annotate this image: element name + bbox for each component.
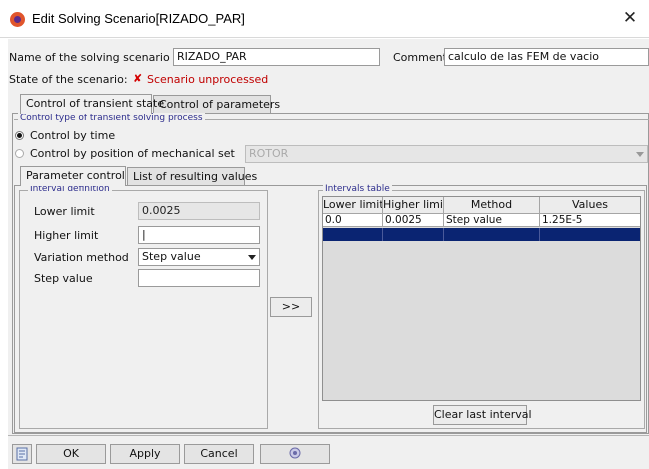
title-bar: Edit Solving Scenario[RIZADO_PAR] ✕ bbox=[0, 0, 649, 38]
unprocessed-status-icon: ✘ bbox=[133, 72, 143, 85]
control-by-time-radio[interactable] bbox=[15, 131, 24, 140]
higher-limit-input[interactable]: | bbox=[138, 226, 260, 244]
cell-empty bbox=[383, 228, 444, 241]
column-header-lower-limit[interactable]: Lower limit bbox=[323, 197, 383, 214]
column-header-method[interactable]: Method bbox=[444, 197, 540, 214]
mechanical-set-value: ROTOR bbox=[249, 147, 289, 160]
help-icon[interactable] bbox=[260, 444, 330, 464]
control-type-group-title: Control type of transient solving proces… bbox=[18, 113, 205, 123]
tab-parameter-control[interactable]: Parameter control bbox=[20, 166, 126, 186]
intervals-table[interactable]: Lower limit Higher limit Method Values 0… bbox=[322, 196, 641, 401]
chevron-down-icon bbox=[636, 152, 644, 157]
ok-button[interactable]: OK bbox=[36, 444, 106, 464]
scenario-name-label: Name of the solving scenario * bbox=[9, 51, 179, 64]
cell-method: Step value bbox=[444, 214, 540, 227]
dialog-content: Name of the solving scenario * RIZADO_PA… bbox=[8, 39, 649, 469]
document-icon[interactable] bbox=[12, 444, 32, 464]
scenario-name-input[interactable]: RIZADO_PAR bbox=[173, 48, 380, 66]
table-row-new-selected[interactable] bbox=[323, 228, 640, 241]
app-logo-icon bbox=[10, 12, 25, 27]
lower-limit-field: 0.0025 bbox=[138, 202, 260, 220]
table-header: Lower limit Higher limit Method Values bbox=[323, 197, 640, 214]
column-header-values[interactable]: Values bbox=[540, 197, 640, 214]
control-by-position-label: Control by position of mechanical set bbox=[30, 147, 235, 160]
add-interval-button[interactable]: >> bbox=[270, 297, 312, 317]
cell-lower-limit: 0.0 bbox=[323, 214, 383, 227]
chevron-down-icon bbox=[248, 255, 256, 260]
help-icon-svg bbox=[289, 447, 301, 459]
step-value-input[interactable] bbox=[138, 269, 260, 287]
tab-list-of-resulting-values[interactable]: List of resulting values bbox=[127, 167, 257, 186]
apply-button[interactable]: Apply bbox=[110, 444, 180, 464]
control-by-time-label: Control by time bbox=[30, 129, 116, 142]
higher-limit-label: Higher limit bbox=[34, 229, 99, 242]
variation-method-label: Variation method bbox=[34, 251, 129, 264]
tab-control-of-parameters[interactable]: Control of parameters bbox=[153, 95, 280, 114]
variation-method-select[interactable]: Step value bbox=[138, 248, 260, 266]
control-by-position-radio[interactable] bbox=[15, 149, 24, 158]
cancel-button[interactable]: Cancel bbox=[184, 444, 254, 464]
tab-control-of-transient-state[interactable]: Control of transient state bbox=[20, 94, 164, 114]
column-header-higher-limit[interactable]: Higher limit bbox=[383, 197, 444, 214]
dialog-footer: OK Apply Cancel bbox=[8, 435, 649, 469]
close-icon[interactable]: ✕ bbox=[617, 6, 643, 30]
mechanical-set-select[interactable]: ROTOR bbox=[245, 145, 648, 163]
comment-input[interactable]: calculo de las FEM de vacio bbox=[444, 48, 649, 66]
state-label: State of the scenario: bbox=[9, 73, 128, 86]
comment-label: Comment bbox=[393, 51, 447, 64]
cell-values: 1.25E-5 bbox=[542, 214, 583, 226]
cell-higher-limit: 0.0025 bbox=[383, 214, 444, 227]
intervals-table-title: Intervals table bbox=[323, 184, 392, 194]
cell-empty bbox=[323, 228, 383, 241]
document-icon-svg bbox=[16, 447, 28, 461]
lower-limit-label: Lower limit bbox=[34, 205, 95, 218]
cell-empty bbox=[444, 228, 540, 241]
cell-empty bbox=[540, 228, 640, 241]
variation-method-value: Step value bbox=[142, 250, 201, 263]
clear-last-interval-button[interactable]: Clear last interval bbox=[433, 405, 532, 425]
table-row[interactable]: 0.0 0.0025 Step value 1.25E-5 bbox=[323, 214, 640, 227]
state-value: Scenario unprocessed bbox=[147, 73, 269, 86]
step-value-label: Step value bbox=[34, 272, 93, 285]
window-title: Edit Solving Scenario[RIZADO_PAR] bbox=[32, 11, 245, 26]
